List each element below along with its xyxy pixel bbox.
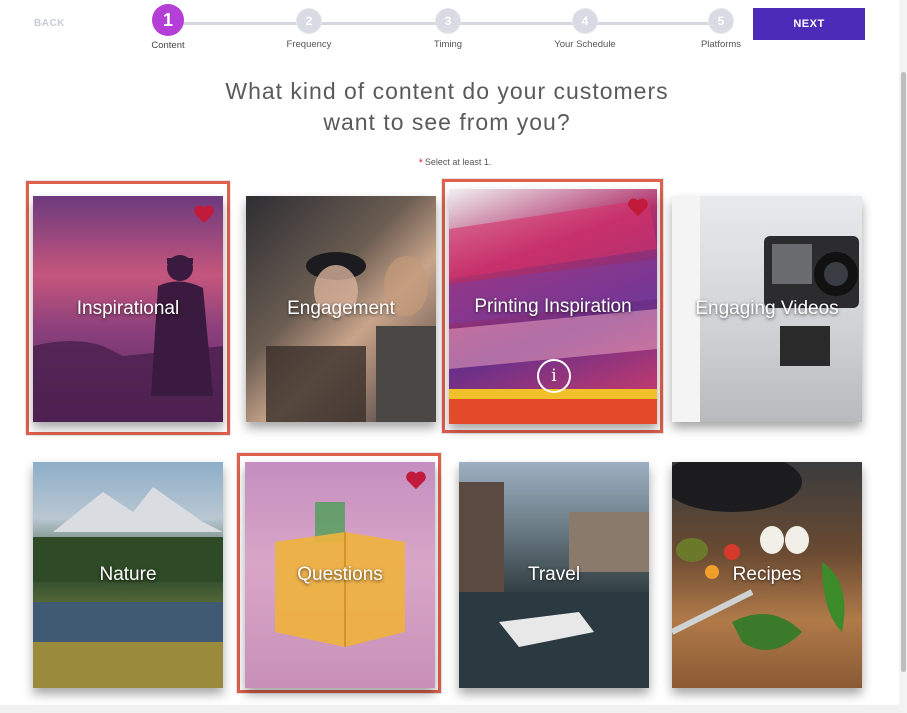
step-number: 3 — [435, 8, 461, 34]
step-number: 1 — [152, 4, 184, 36]
tile-label: Inspirational — [76, 298, 180, 319]
tile-label: Travel — [527, 564, 581, 585]
heart-icon[interactable] — [193, 204, 215, 224]
tile-inspirational[interactable]: Inspirational — [33, 196, 223, 422]
step-content[interactable]: 1 Content — [118, 4, 218, 51]
selection-hint: * Select at least 1. — [360, 157, 550, 169]
tile-nature[interactable]: Nature — [33, 462, 223, 688]
step-label: Your Schedule — [554, 39, 616, 50]
step-label: Timing — [433, 39, 463, 50]
hint-text: Select at least 1. — [424, 157, 492, 167]
heart-icon[interactable] — [627, 197, 649, 217]
step-label: Content — [151, 40, 185, 51]
question-line-2: want to see from you? — [323, 109, 571, 135]
tile-label: Engagement — [287, 298, 395, 319]
tile-label: Printing Inspiration — [474, 295, 632, 317]
scrollbar-thumb[interactable] — [901, 72, 906, 672]
tile-printing-inspiration[interactable]: Printing Inspiration i — [449, 189, 657, 424]
question-line-1: What kind of content do your customers — [225, 78, 669, 104]
step-label: Frequency — [286, 39, 332, 50]
step-your-schedule[interactable]: 4 Your Schedule — [535, 8, 635, 50]
back-link[interactable]: BACK — [34, 18, 65, 29]
page-title: What kind of content do your customers w… — [153, 76, 741, 138]
step-timing[interactable]: 3 Timing — [398, 8, 498, 50]
tile-label: Questions — [297, 564, 383, 585]
step-number: 4 — [572, 8, 598, 34]
step-number: 2 — [296, 8, 322, 34]
info-icon[interactable]: i — [537, 359, 571, 393]
tile-recipes[interactable]: Recipes — [672, 462, 862, 688]
next-button[interactable]: NEXT — [753, 8, 865, 40]
tile-label: Recipes — [732, 564, 802, 585]
heart-icon[interactable] — [405, 470, 427, 490]
tile-questions[interactable]: Questions — [245, 462, 435, 688]
required-mark: * — [418, 157, 423, 169]
step-frequency[interactable]: 2 Frequency — [259, 8, 359, 50]
horizontal-scrollbar[interactable] — [0, 705, 899, 713]
tile-engaging-videos[interactable]: Engaging Videos — [672, 196, 862, 422]
tile-label: Engaging Videos — [695, 298, 839, 319]
step-label: Platforms — [700, 39, 742, 50]
tile-travel[interactable]: Travel — [459, 462, 649, 688]
step-number: 5 — [708, 8, 734, 34]
tile-engagement[interactable]: Engagement — [246, 196, 436, 422]
tile-label: Nature — [99, 564, 157, 585]
